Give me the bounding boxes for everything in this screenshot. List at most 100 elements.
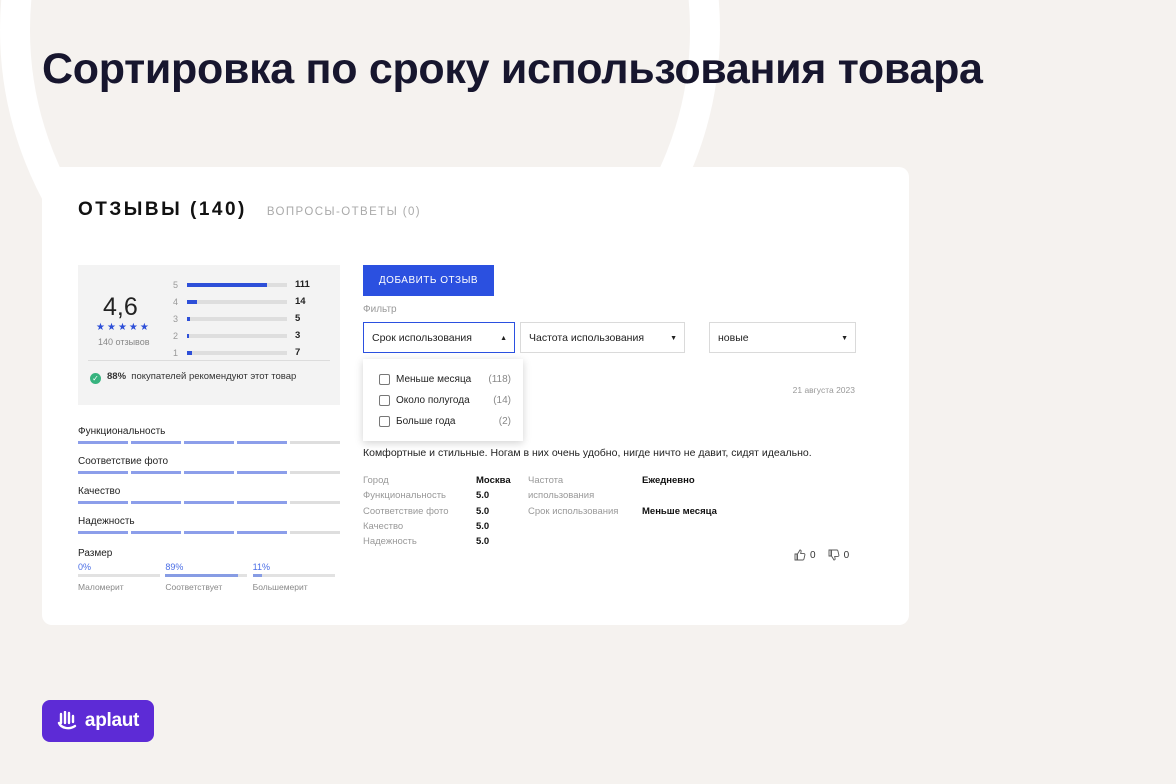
review-details-values-2: Ежедневно Меньше месяца xyxy=(642,473,717,519)
dropdown-option[interactable]: Меньше месяца (118) xyxy=(379,374,511,385)
size-bar xyxy=(252,574,335,577)
usage-frequency-select[interactable]: Частота использования ▼ xyxy=(520,322,685,353)
attribute-segment xyxy=(78,531,128,534)
detail-value: Москва xyxy=(476,475,511,486)
usage-period-select[interactable]: Срок использования ▲ xyxy=(363,322,515,353)
sort-select[interactable]: новые ▼ xyxy=(709,322,856,353)
size-option: 11% Большемерит xyxy=(252,562,340,592)
attribute-ratings: Функциональность Соответствие фото Качес… xyxy=(78,426,340,592)
tab-questions[interactable]: ВОПРОСЫ-ОТВЕТЫ (0) xyxy=(267,206,421,218)
attribute-rating: Соответствие фото xyxy=(78,456,340,486)
size-option-label: Маломерит xyxy=(78,582,124,592)
detail-value: 5.0 xyxy=(476,490,490,502)
size-percent: 89% xyxy=(165,562,184,572)
thumbs-down-icon[interactable] xyxy=(828,549,840,561)
reviews-count: 140 отзывов xyxy=(98,337,150,347)
detail-value: 5.0 xyxy=(476,520,490,532)
size-fill xyxy=(252,574,262,577)
usage-frequency-value: Частота использования xyxy=(529,331,645,344)
checkbox[interactable] xyxy=(379,395,390,406)
distribution-fill xyxy=(187,299,197,304)
attribute-label: Надежность xyxy=(78,516,135,527)
size-percent: 0% xyxy=(78,562,92,572)
recommendation-text: 88% покупателей рекомендуют этот товар xyxy=(107,371,296,384)
detail-key: использования xyxy=(528,490,595,502)
attribute-label: Функциональность xyxy=(78,426,166,437)
distribution-row[interactable]: 2 3 xyxy=(173,327,333,344)
distribution-row[interactable]: 1 7 xyxy=(173,344,333,361)
size-bar xyxy=(78,574,160,577)
hand-icon xyxy=(57,711,77,730)
option-label: Больше года xyxy=(396,416,456,427)
distribution-star: 4 xyxy=(173,296,179,307)
attribute-segment xyxy=(237,531,287,534)
distribution-row[interactable]: 3 5 xyxy=(173,310,333,327)
likes-count: 0 xyxy=(810,549,816,561)
logo-text: aplaut xyxy=(84,710,140,731)
distribution-star: 1 xyxy=(173,347,179,358)
thumbs-up-icon[interactable] xyxy=(794,549,806,561)
detail-key: Город xyxy=(363,475,389,486)
attribute-segment xyxy=(184,471,234,474)
detail-value: 5.0 xyxy=(476,536,490,548)
size-option: 89% Соответствует xyxy=(165,562,252,592)
distribution-count: 14 xyxy=(295,296,306,307)
distribution-fill xyxy=(187,316,190,321)
distribution-star: 5 xyxy=(173,279,179,290)
distribution-star: 2 xyxy=(173,330,179,341)
attribute-segment xyxy=(78,441,128,444)
star-icon: ★ xyxy=(106,322,116,333)
attribute-bar xyxy=(78,441,340,444)
attribute-segment xyxy=(131,531,181,534)
detail-key: Надежность xyxy=(363,536,417,548)
option-count: (14) xyxy=(493,395,511,406)
recommendation: ✓ 88% покупателей рекомендуют этот товар xyxy=(90,371,330,384)
size-percent: 11% xyxy=(252,562,271,572)
review-date: 21 августа 2023 xyxy=(792,385,855,395)
distribution-row[interactable]: 5 111 xyxy=(173,276,333,293)
attribute-rating: Функциональность xyxy=(78,426,340,456)
dropdown-option[interactable]: Около полугода (14) xyxy=(379,395,511,406)
attribute-segment xyxy=(184,531,234,534)
size-rating: Размер 0% Маломерит 89% Соответствует 11… xyxy=(78,548,340,592)
distribution-bar xyxy=(187,316,287,321)
attribute-rating: Качество xyxy=(78,486,340,516)
tabs: ОТЗЫВЫ (140) ВОПРОСЫ-ОТВЕТЫ (0) xyxy=(78,199,421,221)
attribute-segment xyxy=(78,501,128,504)
distribution-bar xyxy=(187,282,287,287)
attribute-segment xyxy=(237,471,287,474)
option-count: (2) xyxy=(498,416,511,427)
review-details-keys-2: Частота использования Срок использования xyxy=(528,473,618,519)
distribution-count: 111 xyxy=(295,279,310,290)
size-fill xyxy=(165,574,239,577)
tab-reviews[interactable]: ОТЗЫВЫ (140) xyxy=(78,199,247,221)
checkbox[interactable] xyxy=(379,416,390,427)
add-review-button[interactable]: ДОБАВИТЬ ОТЗЫВ xyxy=(363,265,494,296)
checkbox[interactable] xyxy=(379,374,390,385)
attribute-segment xyxy=(131,471,181,474)
detail-value: 5.0 xyxy=(476,505,490,517)
usage-period-value: Срок использования xyxy=(372,331,472,344)
detail-key: Соответствие фото xyxy=(363,505,449,517)
detail-key: Срок использования xyxy=(528,505,619,517)
recommend-label: покупателей рекомендуют этот товар xyxy=(131,371,297,382)
attribute-segment xyxy=(184,441,234,444)
attribute-rating: Надежность xyxy=(78,516,340,546)
recommend-percent: 88% xyxy=(107,371,127,382)
attribute-segment xyxy=(131,501,181,504)
rating-summary: 4,6 ★ ★ ★ ★ ★ 140 отзывов 5 111 4 14 3 5 xyxy=(78,265,340,405)
attribute-segment xyxy=(237,501,287,504)
dropdown-option[interactable]: Больше года (2) xyxy=(379,416,511,427)
distribution-bar xyxy=(187,333,287,338)
size-option-label: Соответствует xyxy=(165,582,223,592)
sort-value: новые xyxy=(718,331,749,344)
attribute-segment xyxy=(290,441,340,444)
review-details-values: Москва 5.0 5.0 5.0 5.0 xyxy=(476,473,511,549)
distribution-fill xyxy=(187,350,192,355)
distribution-count: 5 xyxy=(295,313,301,324)
distribution-count: 7 xyxy=(295,347,301,358)
rating-stars: ★ ★ ★ ★ ★ xyxy=(96,322,149,333)
distribution-row[interactable]: 4 14 xyxy=(173,293,333,310)
size-options: 0% Маломерит 89% Соответствует 11% Больш… xyxy=(78,562,340,592)
detail-key: Функциональность xyxy=(363,490,447,502)
